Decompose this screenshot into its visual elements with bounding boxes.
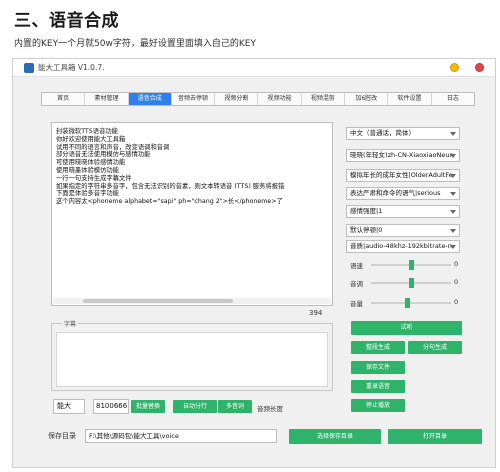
replace-target-input[interactable]: 8100666 [93,399,129,414]
preview-button[interactable]: 试听 [351,321,462,335]
voice-select[interactable]: 晓晓(年轻女)zh-CN-XiaoxiaoNeural [346,149,460,162]
save-dir-input[interactable]: F:\其他\源码包\能大工具\voice [85,429,277,443]
tab-tts[interactable]: 语音合成 [128,93,172,105]
app-window: 能大工具箱 V1.0.7. 首页 素材管理 语音合成 音频去停顿 视频分割 视频… [12,58,496,468]
chevron-down-icon [450,192,456,196]
app-logo-icon [24,63,34,73]
language-select[interactable]: 中文（普通话，简体） [346,127,460,140]
pause-select-value: 默认停顿|0 [350,226,383,234]
audio-length-label: 音频长度 [257,405,283,413]
role-select-value: 模拟年长的成年女性|OlderAdultFemale [350,171,452,179]
pitch-slider-thumb[interactable] [409,278,414,288]
chevron-down-icon [450,229,456,233]
pitch-slider[interactable] [371,278,451,288]
intensity-select-value: 感情强度|1 [350,207,383,215]
auto-split-lines-button[interactable]: 自动分行 [173,400,217,413]
section-title: 三、语音合成 [14,11,119,31]
chevron-down-icon [450,210,456,214]
tab-settings[interactable]: 软件设置 [388,93,432,105]
editor-scrollbar[interactable] [53,298,331,304]
replace-source-input[interactable]: 能大 [53,399,85,414]
generate-whole-button[interactable]: 整段生成 [351,341,405,354]
section-description: 内置的KEY一个月就50w字符，最好设置里面填入自己的KEY [14,39,256,49]
volume-value: 0 [454,298,459,306]
language-select-value: 中文（普通话，简体） [350,129,415,137]
speed-slider[interactable] [371,260,451,270]
tab-audio-trim[interactable]: 音频去停顿 [172,93,216,105]
subtitle-textbox[interactable] [56,332,328,387]
title-bar: 能大工具箱 V1.0.7. [13,59,495,77]
chevron-down-icon [450,245,456,249]
open-dir-button[interactable]: 打开目录 [388,429,482,444]
role-select[interactable]: 模拟年长的成年女性|OlderAdultFemale [346,169,460,182]
speed-slider-thumb[interactable] [409,260,414,270]
editor-line: 封装微软TTS语音功能 [56,128,118,135]
style-select[interactable]: 表达严肃和命令的语气|serious [346,187,460,200]
pause-select[interactable]: 默认停顿|0 [346,224,460,237]
editor-line: 下面是体验多音字功能 [56,190,119,198]
text-editor[interactable]: 封装微软TTS语音功能 你好欢迎使用能大工具箱 试用不同的语言和声音，改变语调和… [51,122,333,306]
pitch-label: 音调 [350,280,363,288]
chevron-down-icon [450,154,456,158]
speed-label: 语速 [350,262,363,270]
pitch-value: 0 [454,278,459,286]
generate-by-sentence-button[interactable]: 分句生成 [408,341,462,354]
voice-select-value: 晓晓(年轻女)zh-CN-XiaoxiaoNeural [350,151,452,159]
editor-line: 你好欢迎使用能大工具箱 [56,135,126,143]
tab-video-split[interactable]: 视频分割 [215,93,259,105]
tab-log[interactable]: 日志 [432,93,474,105]
audio-quality-select[interactable]: 音质|audio-48khz-192kbitrate-mono-mp3 [346,240,460,253]
editor-line: 可使用晓晓体验感情功能 [56,159,126,167]
chevron-down-icon [450,132,456,136]
save-dir-label: 保存目录 [48,432,76,440]
intensity-select[interactable]: 感情强度|1 [346,205,460,218]
editor-line: 使用晓墨体验模仿功能 [56,166,119,174]
subtitle-group: 字幕 [51,319,333,391]
tab-bar: 首页 素材管理 语音合成 音频去停顿 视频分割 视频功能 视频混剪 加6腔改 软… [41,92,475,106]
speed-value: 0 [454,260,459,268]
close-icon[interactable] [475,63,484,72]
volume-label: 音量 [350,300,363,308]
choose-save-dir-button[interactable]: 选择保存目录 [289,429,381,444]
polyphone-button[interactable]: 多音词 [218,400,252,413]
volume-slider-thumb[interactable] [405,298,410,308]
tab-assets[interactable]: 素材管理 [85,93,129,105]
tab-home[interactable]: 首页 [42,93,86,105]
tab-video-mix[interactable]: 视频混剪 [302,93,346,105]
volume-slider[interactable] [371,298,451,308]
char-count: 394 [309,309,323,317]
stop-playback-button[interactable]: 停止播放 [351,399,405,412]
audio-quality-select-value: 音质|audio-48khz-192kbitrate-mono-mp3 [350,242,452,250]
style-select-value: 表达严肃和命令的语气|serious [350,189,441,197]
batch-replace-button[interactable]: 批量替换 [131,400,165,413]
subtitle-label: 字幕 [62,319,79,328]
tab-video-functions[interactable]: 视频功能 [258,93,302,105]
editor-line: 这个内容太<phoneme alphabet="sapi" ph="chang … [56,198,283,206]
tab-extra[interactable]: 加6腔改 [345,93,389,105]
save-file-button[interactable]: 保存文件 [351,361,405,374]
editor-line: 一行一句支持生成字幕文件 [56,174,132,182]
minimize-icon[interactable] [450,63,459,72]
rerecord-button[interactable]: 重录语音 [351,380,405,393]
app-title: 能大工具箱 V1.0.7. [38,63,105,72]
chevron-down-icon [450,174,456,178]
scrollbar-thumb[interactable] [83,299,233,303]
